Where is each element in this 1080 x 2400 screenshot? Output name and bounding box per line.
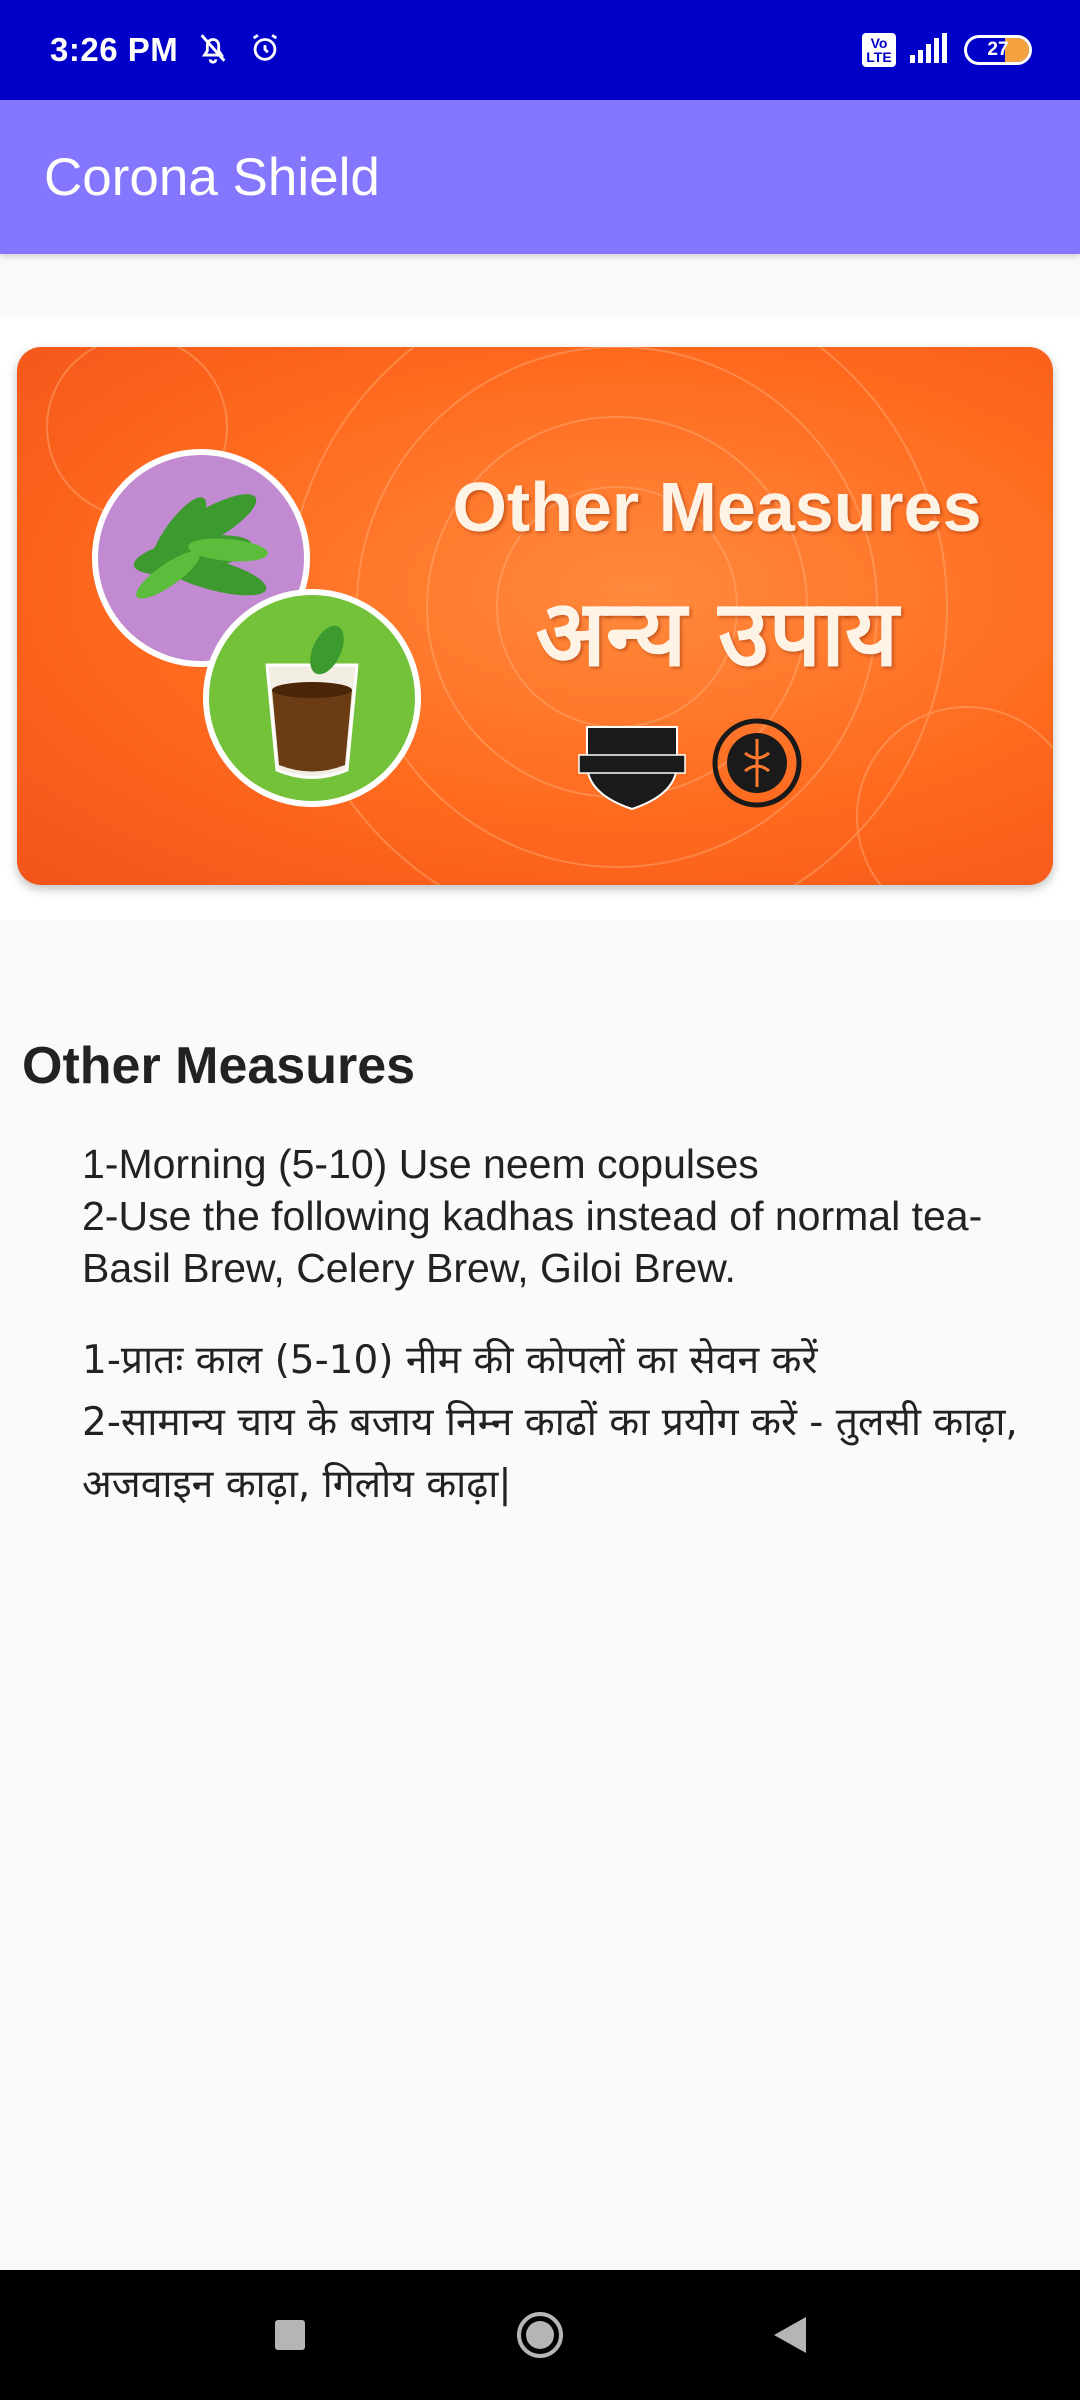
- bell-off-icon: [196, 31, 230, 70]
- section-title: Other Measures: [22, 1037, 416, 1095]
- hindi-line-1: 1-प्रातः काल (5-10) नीम की कोपलों का सेव…: [82, 1338, 818, 1383]
- ayush-up-logo: [711, 717, 803, 809]
- recents-square-icon[interactable]: [260, 2305, 320, 2365]
- back-triangle-icon[interactable]: [760, 2305, 820, 2365]
- hindi-instructions: 1-प्रातः काल (5-10) नीम की कोपलों का सेव…: [82, 1330, 1022, 1516]
- system-nav-bar: [0, 2270, 1080, 2400]
- english-line-1: 1-Morning (5-10) Use neem copulses: [82, 1141, 759, 1187]
- home-circle-icon[interactable]: [510, 2305, 570, 2365]
- volte-icon: Vo LTE: [862, 33, 896, 67]
- english-line-2: 2-Use the following kadhas instead of no…: [82, 1193, 983, 1291]
- english-instructions: 1-Morning (5-10) Use neem copulses 2-Use…: [82, 1138, 1022, 1294]
- status-time: 3:26 PM: [50, 31, 179, 68]
- banner-image: Other Measures अन्य उपाय: [17, 347, 1053, 885]
- alarm-icon: [248, 31, 282, 70]
- herbal-tea-image: [203, 589, 421, 807]
- battery-level: 27: [987, 39, 1009, 60]
- hindi-line-2: 2-सामान्य चाय के बजाय निम्न काढों का प्र…: [82, 1400, 1018, 1507]
- app-bar: Corona Shield: [0, 100, 1080, 254]
- app-title: Corona Shield: [44, 147, 380, 207]
- signal-icon: [910, 32, 950, 68]
- status-bar: 3:26 PM Vo LTE 27: [0, 0, 1080, 100]
- ayush-kavach-logo: [577, 719, 687, 811]
- battery-icon: 27: [964, 35, 1032, 65]
- banner-title-hindi: अन्य उपाय: [535, 580, 899, 687]
- banner-title-english: Other Measures: [452, 468, 982, 546]
